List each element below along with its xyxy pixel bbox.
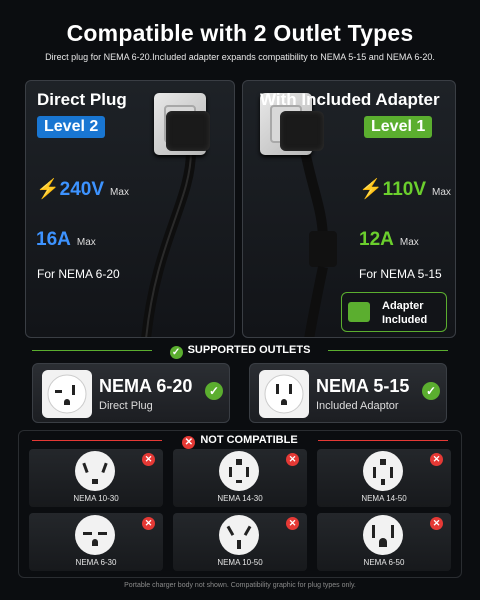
voltage-unit: Max — [432, 187, 451, 198]
voltage-unit: Max — [110, 187, 129, 198]
voltage-text: 110V — [382, 179, 426, 200]
page-title: Compatible with 2 Outlet Types — [66, 20, 414, 46]
outlet-nema-14-30-icon — [219, 451, 259, 491]
nema-type-label: For NEMA 5-15 — [359, 267, 442, 281]
supported-outlet-card: NEMA 5-15 Included Adaptor ✓ — [249, 363, 447, 423]
outlet-nema-10-50-icon — [219, 515, 259, 555]
current-text: 16A — [36, 229, 71, 250]
outlet-nema-6-20-icon — [42, 370, 92, 418]
incompatible-outlet-card: ✕ NEMA 14-50 — [317, 449, 451, 507]
outlet-nema-6-30-icon — [75, 515, 115, 555]
outlet-label: NEMA 10-50 — [217, 558, 263, 567]
outlet-label: NEMA 10-30 — [73, 494, 119, 503]
check-icon: ✓ — [205, 382, 223, 400]
supported-heading-text: SUPPORTED OUTLETS — [187, 344, 311, 356]
outlet-nema-5-15-icon — [259, 370, 309, 418]
nema-type-label: For NEMA 6-20 — [37, 267, 120, 281]
outlet-name: NEMA 5-15 — [316, 376, 410, 396]
x-icon: ✕ — [430, 453, 443, 466]
incompatible-outlet-card: ✕ NEMA 14-30 — [173, 449, 307, 507]
incompatible-outlet-card: ✕ NEMA 10-50 — [173, 513, 307, 571]
current-value: 16A Max — [36, 229, 96, 251]
voltage-value: ⚡240V Max — [36, 177, 129, 201]
page-subtitle: Direct plug for NEMA 6-20.Included adapt… — [45, 52, 435, 62]
lightning-icon: ⚡ — [359, 179, 383, 200]
supported-heading: ✓ SUPPORTED OUTLETS — [0, 344, 480, 359]
check-icon: ✓ — [169, 346, 183, 359]
x-icon: ✕ — [430, 517, 443, 530]
outlet-desc: Included Adaptor — [316, 400, 399, 412]
current-unit: Max — [76, 237, 96, 248]
current-value: 12A Max — [359, 229, 419, 251]
outlet-label: NEMA 14-50 — [361, 494, 407, 503]
incompatible-outlet-card: ✕ NEMA 10-30 — [29, 449, 163, 507]
lightning-icon: ⚡ — [36, 179, 60, 200]
not-compatible-grid: ✕ NEMA 10-30 ✕ NEMA 14-30 ✕ NEMA 14-50 ✕… — [18, 430, 462, 578]
x-icon: ✕ — [286, 453, 299, 466]
adapter-included-badge: Adapter Included — [341, 292, 447, 332]
adapter-panel: With Included Adapter Level 1 ⚡110V Max 1… — [242, 80, 456, 338]
plug-icon — [280, 111, 324, 151]
level-badge: Level 2 — [37, 116, 106, 138]
gift-icon — [348, 302, 370, 322]
voltage-text: 240V — [59, 179, 105, 200]
incompatible-outlet-card: ✕ NEMA 6-30 — [29, 513, 163, 571]
adapter-badge-text: Adapter Included — [382, 299, 427, 327]
adapter-badge-line2: Included — [382, 314, 428, 326]
outlet-label: NEMA 14-30 — [217, 494, 263, 503]
outlet-label: NEMA 6-50 — [363, 558, 405, 567]
panel-title: With Included Adapter — [260, 90, 440, 109]
supported-outlet-card: NEMA 6-20 Direct Plug ✓ — [32, 363, 230, 423]
plug-icon — [166, 111, 210, 151]
x-icon: ✕ — [142, 453, 155, 466]
direct-plug-panel: Direct Plug Level 2 ⚡240V Max 16A Max For … — [25, 80, 235, 338]
outlet-nema-14-50-icon — [363, 451, 403, 491]
outlet-name: NEMA 6-20 — [99, 376, 193, 396]
outlet-label: NEMA 6-30 — [75, 558, 117, 567]
panel-title: Direct Plug — [37, 90, 127, 109]
current-text: 12A — [359, 229, 394, 250]
current-unit: Max — [399, 237, 419, 248]
footer-note: Portable charger body not shown. Compati… — [124, 582, 356, 589]
check-icon: ✓ — [422, 382, 440, 400]
x-icon: ✕ — [142, 517, 155, 530]
outlet-nema-6-50-icon — [363, 515, 403, 555]
outlet-nema-10-30-icon — [75, 451, 115, 491]
level-badge: Level 1 — [364, 116, 433, 138]
incompatible-outlet-card: ✕ NEMA 6-50 — [317, 513, 451, 571]
outlet-desc: Direct Plug — [99, 400, 153, 412]
x-icon: ✕ — [286, 517, 299, 530]
voltage-value: ⚡110V Max — [359, 177, 451, 201]
adapter-badge-line1: Adapter — [382, 300, 424, 312]
